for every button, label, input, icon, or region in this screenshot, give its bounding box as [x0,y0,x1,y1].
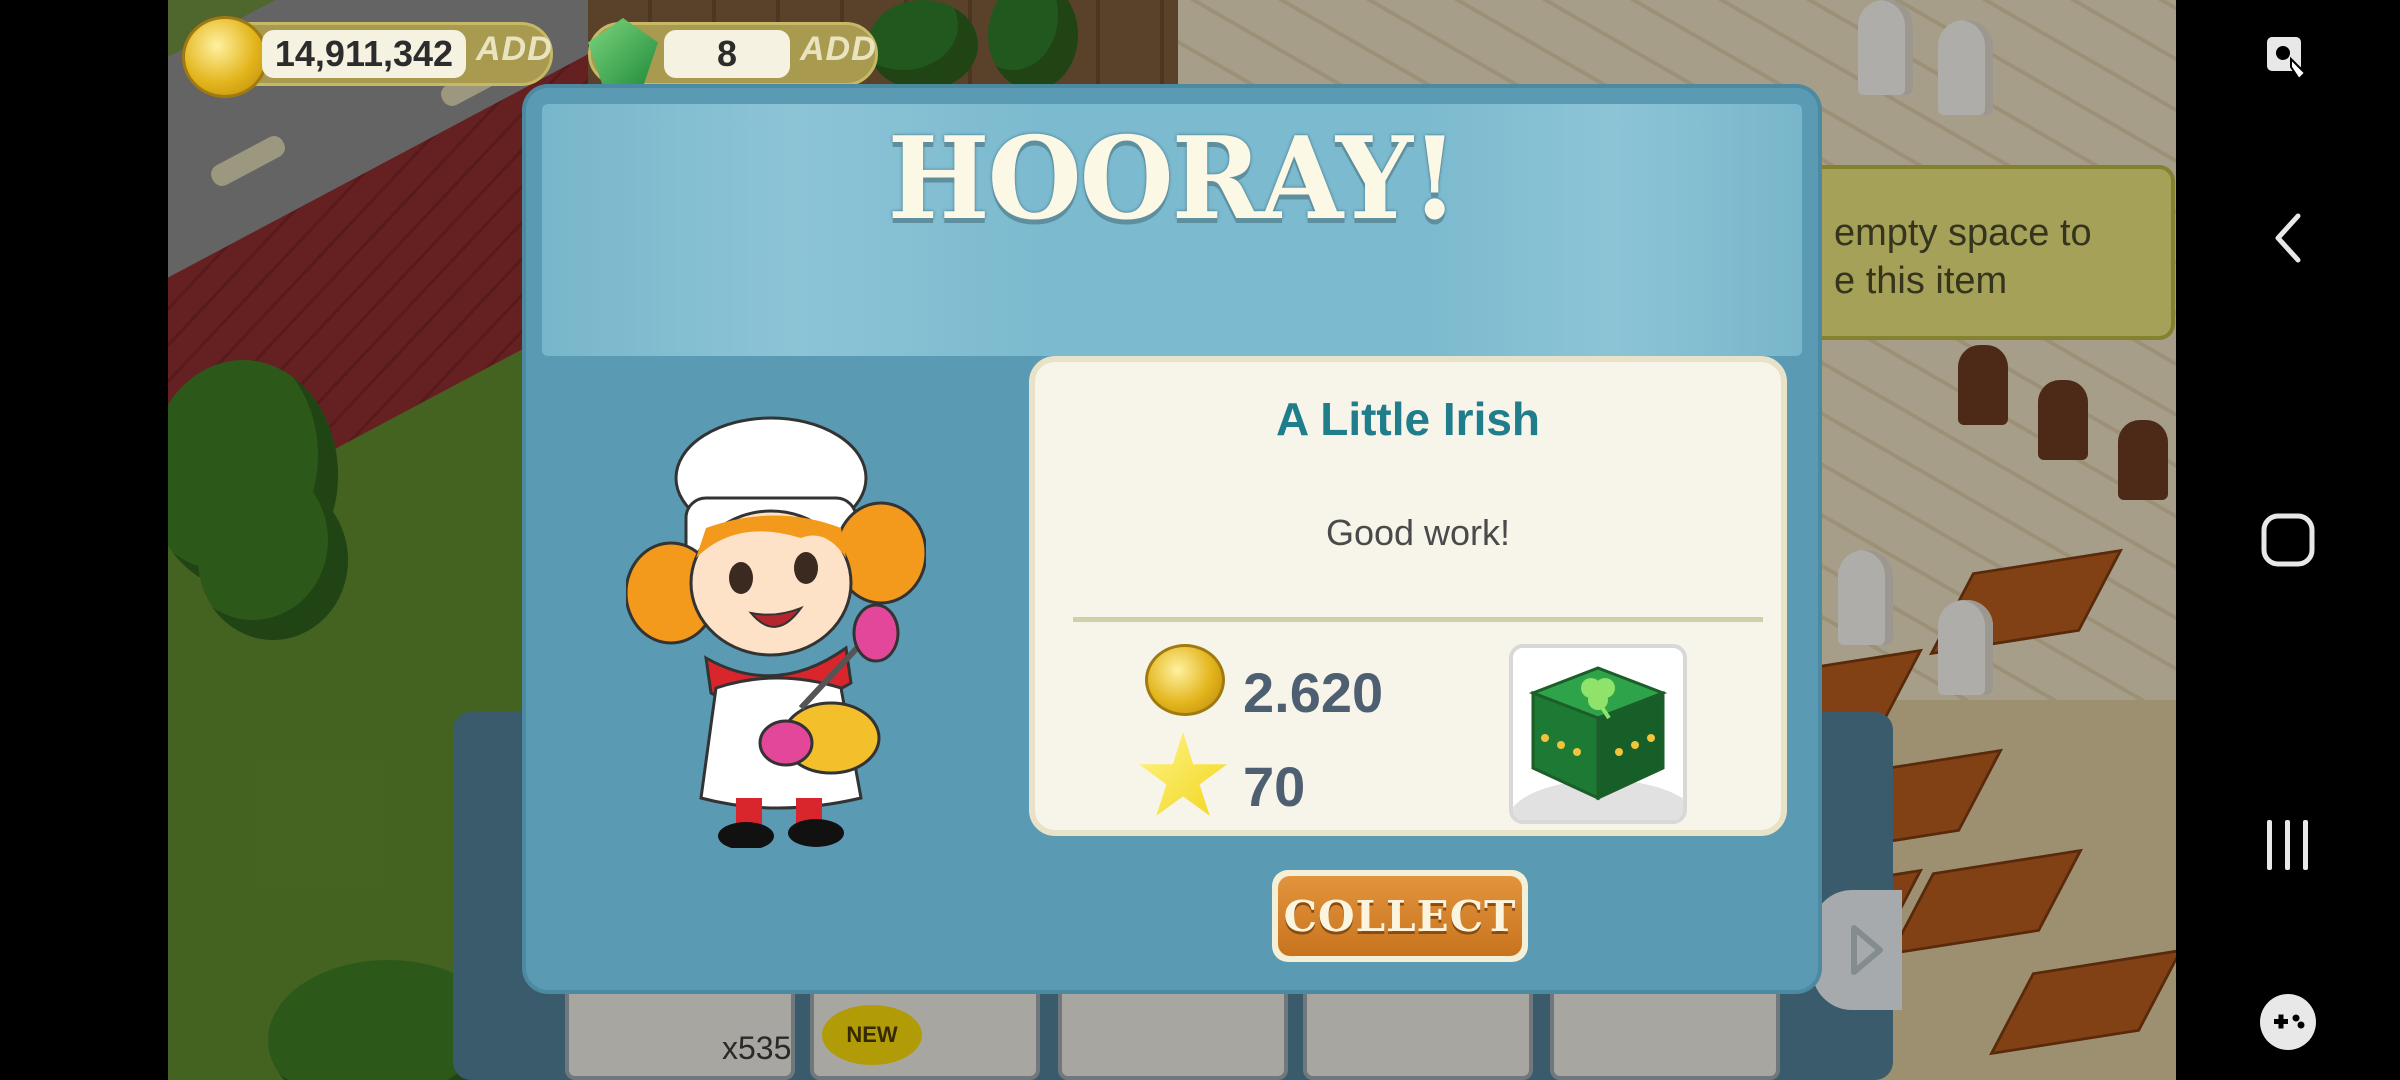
coin-reward-icon [1145,644,1225,716]
reward-item-box [1509,644,1687,824]
goal-title: A Little Irish [1275,393,1541,445]
game-tools-button[interactable] [2256,990,2320,1054]
wooden-chair [1958,345,2008,425]
dialog-title: HOORAY! [887,112,1459,246]
coins-value: 14,911,342 [262,30,466,78]
hint-line-1: empty space to [1834,212,2092,254]
floor-tile [1889,848,2083,956]
recent-apps-button[interactable] [2258,815,2318,875]
shelf-next-button[interactable] [1812,890,1902,1010]
game-tools-icon [2260,994,2316,1050]
new-badge: NEW [822,1005,922,1065]
system-nav-bar [2176,0,2400,1080]
item-quantity: x535 [722,1030,792,1066]
back-icon [2275,213,2301,263]
shelf-slot[interactable] [1058,985,1288,1080]
coins-add-button[interactable]: ADD [476,30,553,69]
reward-xp-value: 70 [1243,755,1306,818]
patio-chair [1858,0,1913,95]
home-icon [2261,513,2315,567]
goal-complete-dialog: HOORAY! A Little Irish Good work! 2.620 … [526,88,1818,990]
patio-chair [1938,600,1993,695]
goal-card: A Little Irish Good work! 2.620 70 [1029,356,1787,836]
coin-stack-icon [182,16,268,98]
goal-message: Good work! [1325,512,1511,553]
wooden-chair [2038,380,2088,460]
collect-button[interactable]: COLLECT [1272,870,1528,962]
back-button[interactable] [2258,208,2318,268]
gems-add-button[interactable]: ADD [800,30,877,69]
shamrock-box-icon [1528,666,1668,801]
recent-apps-icon [2267,820,2308,870]
shelf-slot[interactable] [1303,985,1533,1080]
shelf-slot[interactable] [1550,985,1780,1080]
reward-coins-value: 2.620 [1243,661,1384,724]
patio-chair [1838,550,1893,645]
placement-hint: empty space to e this item [1790,165,2175,340]
floor-tile [1989,948,2176,1056]
card-divider [1073,617,1763,622]
collect-label: COLLECT [1278,876,1522,956]
star-xp-icon [1138,732,1228,816]
home-button[interactable] [2258,510,2318,570]
wooden-chair [2118,420,2168,500]
patio-chair [1938,20,1993,115]
chevron-right-icon [1851,925,1883,975]
screenshot-edit-icon [2267,37,2307,81]
potted-plant [868,0,978,90]
tree [198,480,348,640]
screenshot-edit-button[interactable] [2258,28,2318,88]
gems-value: 8 [664,30,790,78]
chef-character-icon [626,416,926,848]
hint-line-2: e this item [1834,260,2008,302]
